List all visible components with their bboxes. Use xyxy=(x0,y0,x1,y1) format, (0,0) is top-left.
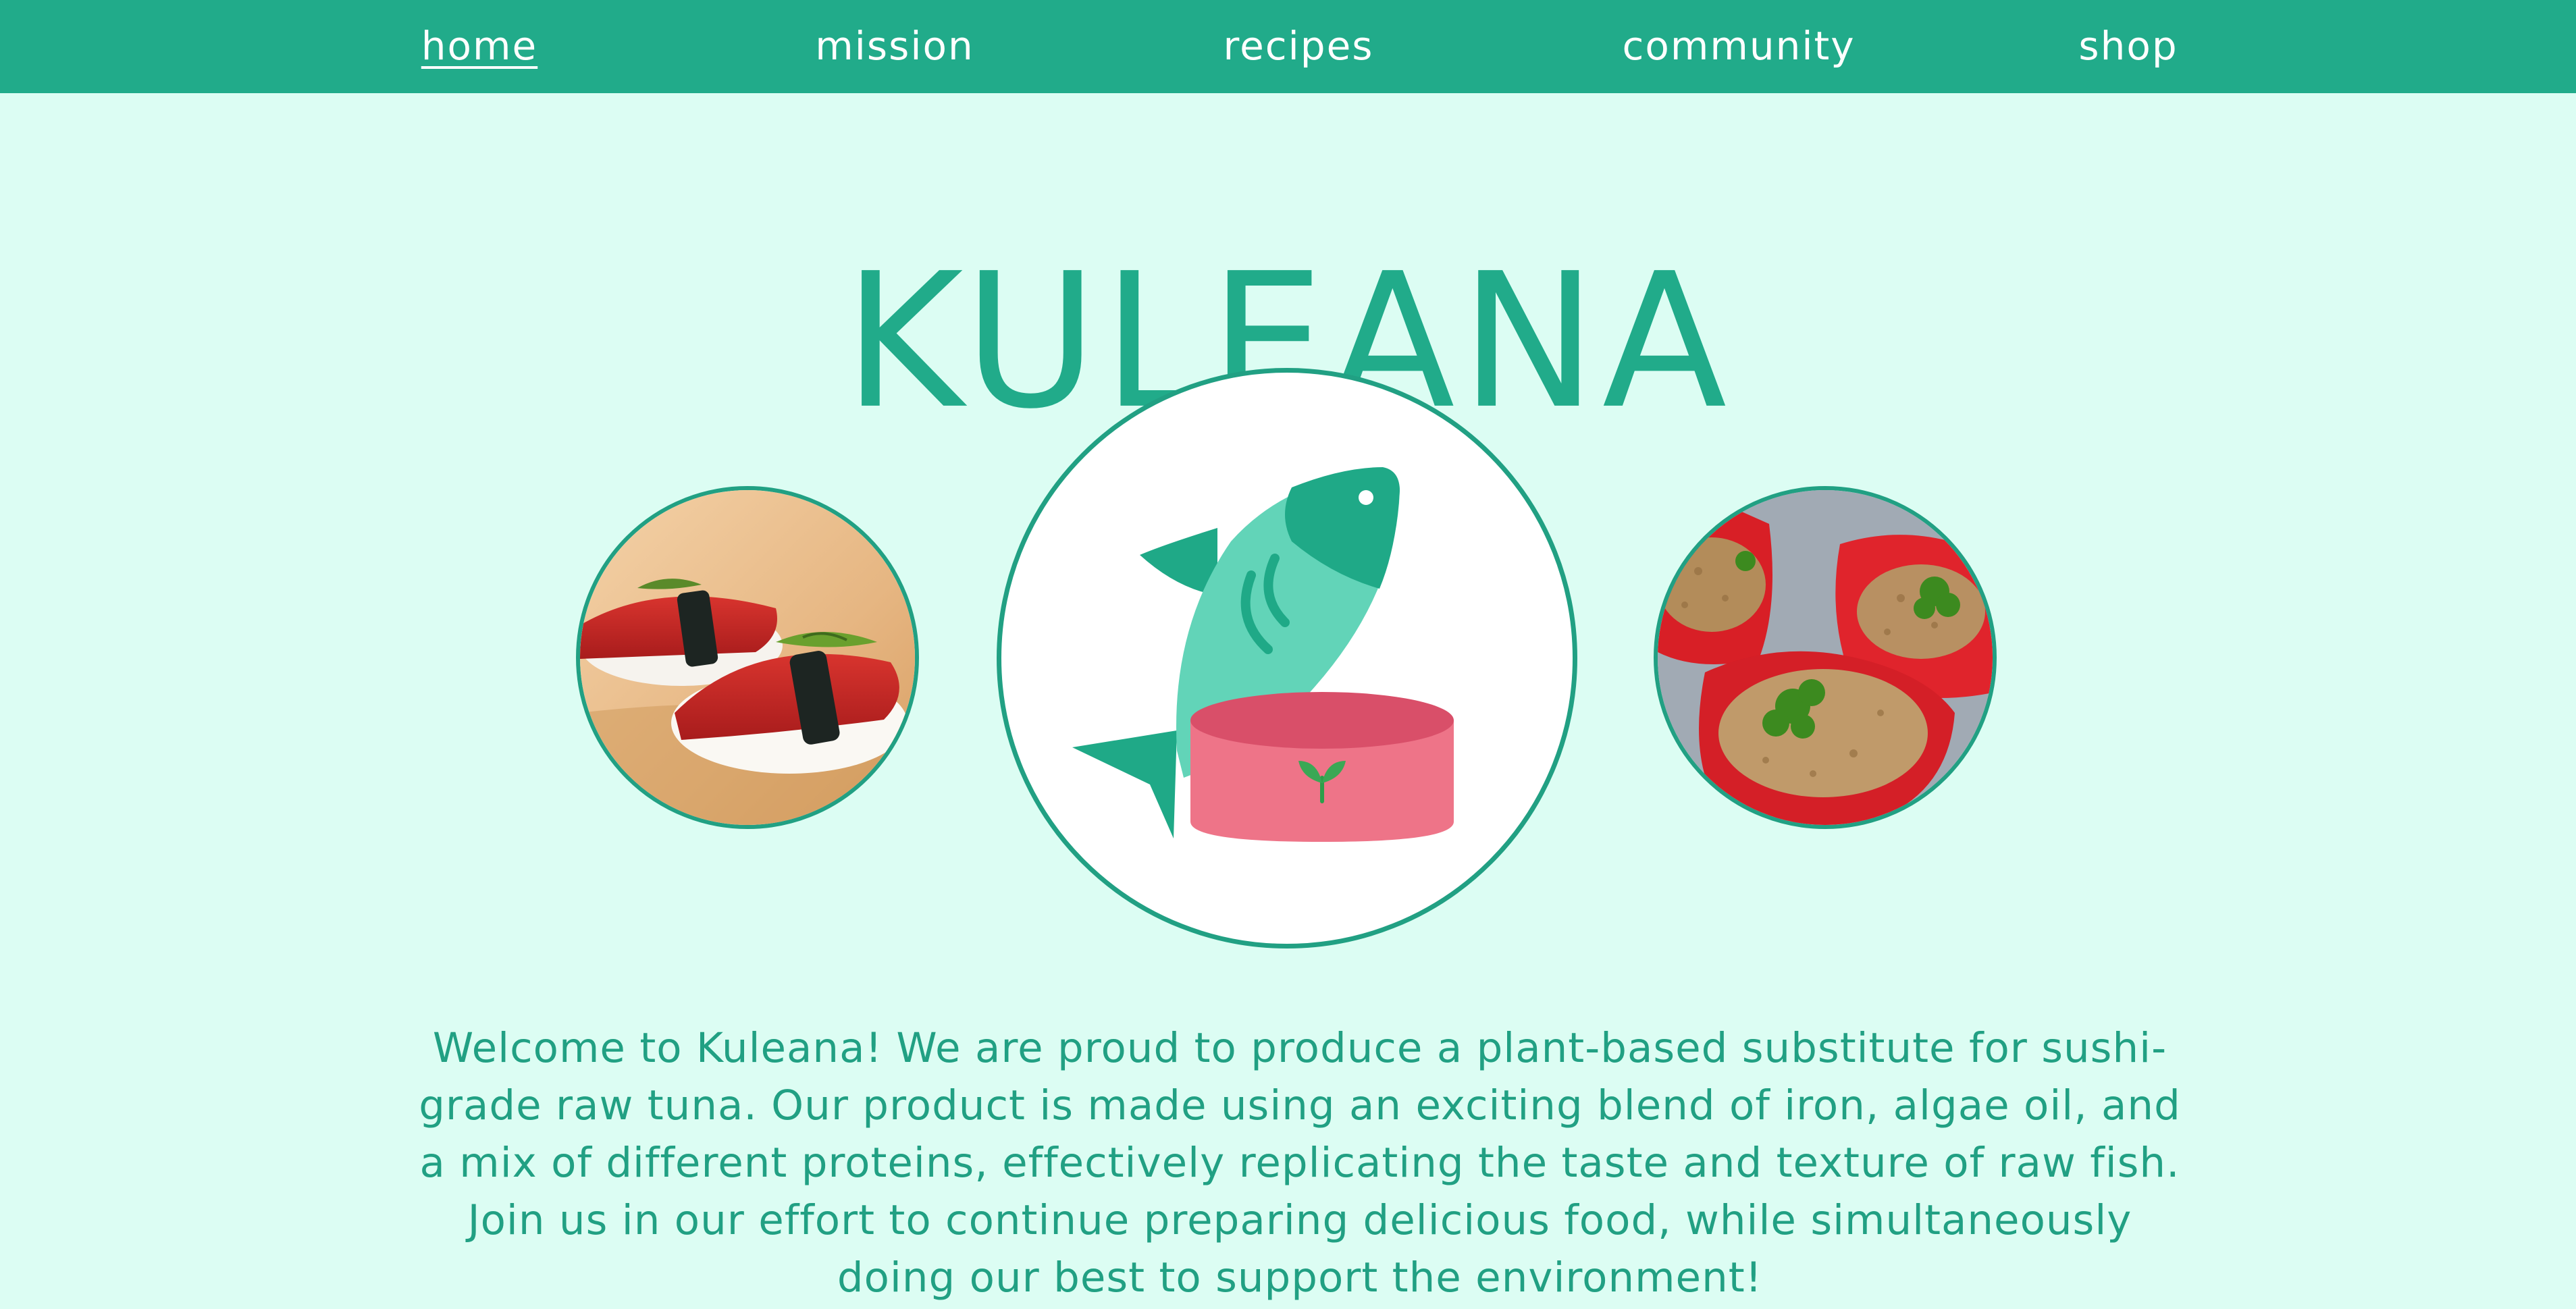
nav-shop-link[interactable]: shop xyxy=(2078,23,2178,69)
fish-in-can-logo-icon xyxy=(1072,467,1454,842)
nav-mission-link[interactable]: mission xyxy=(815,23,974,69)
nav-community-link[interactable]: community xyxy=(1622,23,1855,69)
logo-circle xyxy=(997,368,1577,949)
sushi-photo xyxy=(576,486,919,829)
stuffed-peppers-photo-circle xyxy=(1654,486,1997,829)
nav-home-link[interactable]: home xyxy=(421,23,537,69)
top-navigation-bar: home mission recipes community shop xyxy=(0,0,2576,93)
welcome-paragraph: Welcome to Kuleana! We are proud to prod… xyxy=(419,1024,2181,1302)
sushi-nigiri-photo xyxy=(580,490,915,825)
nav-recipes-link[interactable]: recipes xyxy=(1224,23,1374,69)
stuffed-peppers-photo xyxy=(1658,490,1993,825)
